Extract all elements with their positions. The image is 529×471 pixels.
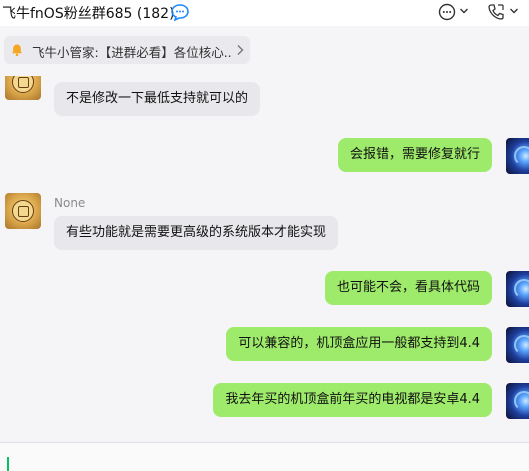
chevron-down-icon[interactable] <box>509 7 519 15</box>
more-icon[interactable] <box>437 2 457 22</box>
message-bubble[interactable]: 我去年买的机顶盒前年买的电视都是安卓4.4 <box>213 383 492 417</box>
message-bubble[interactable]: 会报错，需要修复就行 <box>337 138 492 172</box>
phone-icon[interactable] <box>486 2 506 22</box>
pinned-notice[interactable]: 飞牛小管家:【进群必看】各位核心... <box>4 36 250 64</box>
group-title[interactable]: 飞牛fnOS粉丝群685 (182) <box>2 3 175 23</box>
chat-messages[interactable]: 不是修改一下最低支持就可以的 会报错，需要修复就行 None 有些功能就是需要更… <box>0 76 529 442</box>
qq-chat-icon[interactable] <box>170 3 190 21</box>
message-bubble[interactable]: 不是修改一下最低支持就可以的 <box>54 82 261 116</box>
avatar[interactable] <box>506 327 529 363</box>
avatar[interactable] <box>506 271 529 307</box>
text-caret <box>7 457 9 471</box>
chevron-down-icon[interactable] <box>459 7 469 15</box>
message-bubble[interactable]: 可以兼容的，机顶盒应用一般都支持到4.4 <box>226 327 492 361</box>
message-bubble[interactable]: 有些功能就是需要更高级的系统版本才能实现 <box>54 216 339 250</box>
notice-text: 飞牛小管家:【进群必看】各位核心... <box>32 45 232 60</box>
avatar[interactable] <box>5 76 41 100</box>
chat-header: 飞牛fnOS粉丝群685 (182) <box>0 0 529 26</box>
bell-icon <box>12 44 22 57</box>
avatar[interactable] <box>5 193 41 229</box>
chevron-right-icon[interactable] <box>235 43 245 57</box>
message-bubble[interactable]: 也可能不会，看具体代码 <box>324 271 492 305</box>
sender-name: None <box>54 196 86 210</box>
avatar[interactable] <box>506 138 529 174</box>
message-input[interactable] <box>0 442 529 471</box>
avatar[interactable] <box>506 383 529 419</box>
